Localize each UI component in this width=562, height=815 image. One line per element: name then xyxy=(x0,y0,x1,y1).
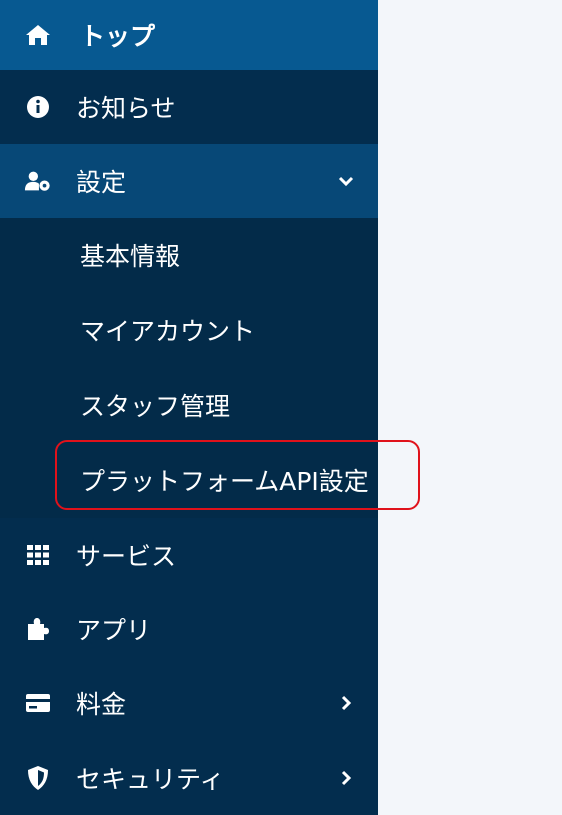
settings-submenu: 基本情報 マイアカウント スタッフ管理 プラットフォームAPI設定 xyxy=(0,218,378,518)
info-icon xyxy=(24,93,52,121)
sidebar-item-label: サービス xyxy=(76,542,177,571)
sidebar-item-pricing[interactable]: 料金 xyxy=(0,666,378,740)
submenu-item-label: スタッフ管理 xyxy=(80,392,231,421)
submenu-item-label: 基本情報 xyxy=(80,242,181,271)
sidebar-item-label: お知らせ xyxy=(76,94,176,123)
sidebar-item-news[interactable]: お知らせ xyxy=(0,70,378,144)
sidebar-item-label: 設定 xyxy=(76,168,127,197)
sidebar-item-label: アプリ xyxy=(76,616,152,645)
submenu-item-basic-info[interactable]: 基本情報 xyxy=(0,218,378,292)
puzzle-icon xyxy=(24,615,52,643)
sidebar-item-label: セキュリティ xyxy=(76,764,225,794)
submenu-item-my-account[interactable]: マイアカウント xyxy=(0,293,378,367)
home-icon xyxy=(24,21,52,49)
shield-icon xyxy=(24,764,52,792)
submenu-item-label: プラットフォームAPI設定 xyxy=(80,467,369,496)
sidebar-item-top[interactable]: トップ xyxy=(0,0,378,70)
grid-icon xyxy=(24,541,52,569)
sidebar-item-services[interactable]: サービス xyxy=(0,518,378,592)
sidebar-item-apps[interactable]: アプリ xyxy=(0,592,378,666)
chevron-right-icon xyxy=(336,768,356,788)
sidebar-item-label: 料金 xyxy=(76,690,127,719)
submenu-item-platform-api-settings[interactable]: プラットフォームAPI設定 xyxy=(0,443,378,517)
submenu-item-staff-management[interactable]: スタッフ管理 xyxy=(0,368,378,442)
credit-card-icon xyxy=(24,689,52,717)
sidebar-item-label: トップ xyxy=(80,22,156,51)
sidebar-item-settings[interactable]: 設定 xyxy=(0,144,378,218)
submenu-item-label: マイアカウント xyxy=(80,317,256,346)
sidebar-item-security[interactable]: セキュリティ xyxy=(0,740,378,815)
chevron-right-icon xyxy=(336,693,356,713)
sidebar: トップ お知らせ 設定 基本情報 マイアカウント スタッフ管理 プラットフォーム… xyxy=(0,0,378,815)
user-settings-icon xyxy=(24,167,52,195)
chevron-down-icon xyxy=(336,171,356,191)
